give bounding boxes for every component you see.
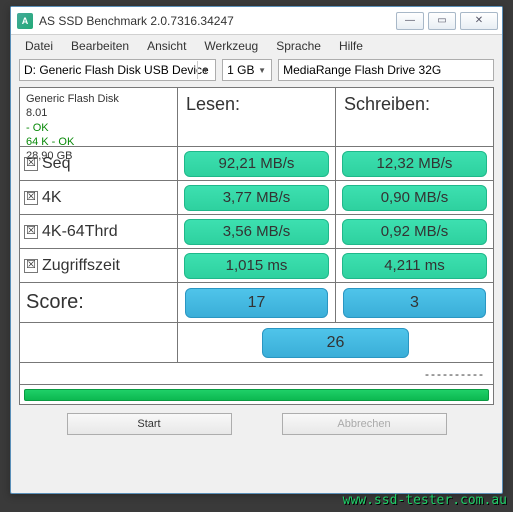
row-label-text: Seq: [42, 155, 70, 173]
score-read: 17: [185, 288, 328, 318]
read-value: 92,21 MB/s: [184, 151, 329, 177]
menu-datei[interactable]: Datei: [17, 37, 61, 55]
abort-button: Abbrechen: [282, 413, 447, 435]
maximize-button[interactable]: ▭: [428, 12, 456, 30]
row-label: ☒ Zugriffszeit: [20, 249, 178, 282]
minimize-button[interactable]: —: [396, 12, 424, 30]
write-value: 0,90 MB/s: [342, 185, 487, 211]
row-label-text: 4K-64Thrd: [42, 223, 118, 241]
row-label-text: Zugriffszeit: [42, 257, 120, 275]
menu-ansicht[interactable]: Ansicht: [139, 37, 194, 55]
close-button[interactable]: ✕: [460, 12, 498, 30]
write-value: 0,92 MB/s: [342, 219, 487, 245]
score-total: 26: [262, 328, 409, 358]
device-select[interactable]: D: Generic Flash Disk USB Device ▼: [19, 59, 216, 81]
titlebar: A AS SSD Benchmark 2.0.7316.34247 — ▭ ✕: [11, 7, 502, 35]
header-read: Lesen:: [178, 88, 335, 146]
write-value: 12,32 MB/s: [342, 151, 487, 177]
drive-info: Generic Flash Disk 8.01 - OK 64 K - OK 2…: [20, 88, 178, 146]
progress-bar: [24, 389, 489, 401]
score-write: 3: [343, 288, 486, 318]
results-grid: Generic Flash Disk 8.01 - OK 64 K - OK 2…: [19, 87, 494, 405]
chevron-down-icon: ▼: [197, 61, 213, 79]
app-window: A AS SSD Benchmark 2.0.7316.34247 — ▭ ✕ …: [10, 6, 503, 494]
menu-werkzeug[interactable]: Werkzeug: [196, 37, 266, 55]
header-write: Schreiben:: [335, 88, 493, 146]
menu-sprache[interactable]: Sprache: [268, 37, 329, 55]
menu-hilfe[interactable]: Hilfe: [331, 37, 371, 55]
size-select-value: 1 GB: [227, 63, 254, 77]
device-select-value: D: Generic Flash Disk USB Device: [24, 63, 209, 77]
drive-info-name: Generic Flash Disk: [26, 92, 171, 106]
drive-name-field[interactable]: MediaRange Flash Drive 32G: [278, 59, 494, 81]
write-value: 4,211 ms: [342, 253, 487, 279]
controls-row: D: Generic Flash Disk USB Device ▼ 1 GB …: [11, 57, 502, 83]
drive-name-value: MediaRange Flash Drive 32G: [283, 63, 441, 77]
drive-info-ok1: - OK: [26, 121, 171, 135]
checkbox-icon[interactable]: ☒: [24, 191, 38, 205]
menu-bearbeiten[interactable]: Bearbeiten: [63, 37, 137, 55]
checkbox-icon[interactable]: ☒: [24, 259, 38, 273]
window-title: AS SSD Benchmark 2.0.7316.34247: [39, 14, 396, 28]
chevron-down-icon: ▼: [255, 66, 269, 75]
score-label: Score:: [20, 283, 178, 322]
checkbox-icon[interactable]: ☒: [24, 225, 38, 239]
row-label: ☒ 4K-64Thrd: [20, 215, 178, 248]
empty-cell: [20, 323, 178, 362]
read-value: 3,56 MB/s: [184, 219, 329, 245]
read-value: 1,015 ms: [184, 253, 329, 279]
watermark: www.ssd-tester.com.au: [343, 493, 507, 508]
row-label: ☒ Seq: [20, 147, 178, 180]
dashes: ----------: [20, 362, 493, 384]
app-icon: A: [17, 13, 33, 29]
checkbox-icon[interactable]: ☒: [24, 157, 38, 171]
menubar: Datei Bearbeiten Ansicht Werkzeug Sprach…: [11, 35, 502, 57]
drive-info-fw: 8.01: [26, 106, 171, 120]
row-label-text: 4K: [42, 189, 62, 207]
row-label: ☒ 4K: [20, 181, 178, 214]
size-select[interactable]: 1 GB ▼: [222, 59, 272, 81]
start-button[interactable]: Start: [67, 413, 232, 435]
read-value: 3,77 MB/s: [184, 185, 329, 211]
